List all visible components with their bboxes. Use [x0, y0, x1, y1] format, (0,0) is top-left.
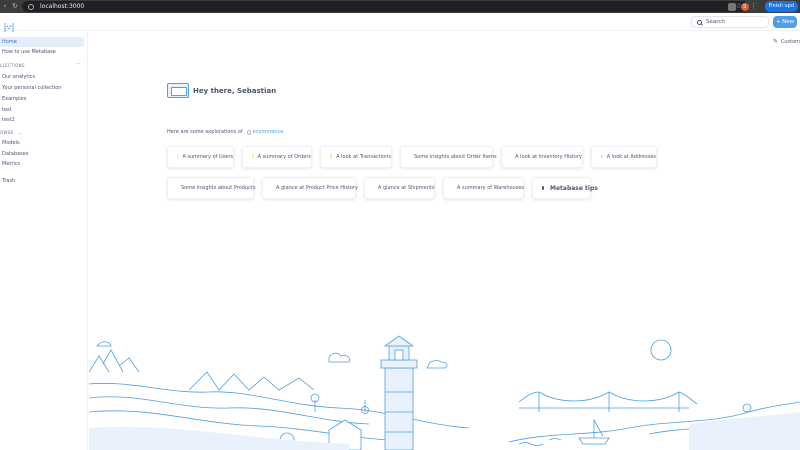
- card-target: Addresses: [630, 154, 656, 160]
- card-target: Order Items: [466, 154, 497, 160]
- card-prefix: A glance at: [378, 185, 407, 191]
- xray-card[interactable]: A glance at Shipments: [364, 177, 435, 199]
- home-page: ✎ Custom Hey there, Sebastian Here are s…: [89, 32, 800, 450]
- xray-card[interactable]: A summary of Orders: [242, 146, 312, 168]
- sidebar-item-how-to[interactable]: How to use Metabase: [0, 47, 84, 57]
- card-target: Products: [233, 185, 256, 191]
- card-prefix: Some insights about: [414, 154, 466, 160]
- card-prefix: A glance at: [276, 185, 305, 191]
- xray-card[interactable]: A look at Inventory History: [501, 146, 583, 168]
- bolt-icon: [252, 154, 254, 160]
- landscape-illustration: [89, 335, 800, 450]
- card-target: Orders: [294, 154, 311, 160]
- card-target: Product Price History: [305, 185, 358, 191]
- metabase-tips-card[interactable]: Metabase tips: [532, 177, 598, 199]
- sidebar-item-trash[interactable]: Trash: [0, 176, 84, 186]
- explore-prefix: Here are some explorations of: [167, 129, 243, 135]
- xray-card[interactable]: A summary of Users: [167, 146, 234, 168]
- sidebar-item-databases[interactable]: Databases: [0, 149, 84, 159]
- card-target: Warehouses: [493, 185, 525, 191]
- back-icon[interactable]: ‹: [0, 0, 10, 13]
- sidebar-item-our-analytics[interactable]: Our analytics: [0, 72, 84, 82]
- sidebar-item-test[interactable]: test: [0, 105, 84, 115]
- card-prefix: A look at: [515, 154, 538, 160]
- sidebar-item-metrics[interactable]: Metrics: [0, 159, 84, 169]
- card-target: Users: [218, 154, 233, 160]
- chevron-down-icon[interactable]: ⌄: [18, 130, 22, 135]
- finish-update-button[interactable]: Finish upd: [764, 1, 798, 12]
- search-icon: [697, 19, 702, 25]
- menu-icon[interactable]: ⋮: [749, 0, 759, 13]
- xray-card[interactable]: Some insights about Products: [167, 177, 256, 199]
- sidebar-item-models[interactable]: Models: [0, 138, 84, 148]
- card-prefix: Some insights about: [181, 185, 233, 191]
- sidebar-item-home[interactable]: Home: [0, 37, 84, 47]
- card-prefix: A look at: [606, 154, 629, 160]
- url-text: localhost:3000: [40, 3, 85, 10]
- search-bar[interactable]: Search: [691, 16, 769, 28]
- xray-card[interactable]: A summary of Warehouses: [443, 177, 524, 199]
- profile-avatar[interactable]: S: [740, 2, 749, 11]
- new-button[interactable]: + New: [773, 16, 797, 28]
- greeting-title: Hey there, Sebastian: [193, 87, 277, 95]
- card-prefix: A look at: [336, 154, 359, 160]
- extension-icon[interactable]: [727, 2, 736, 11]
- pencil-icon: ✎: [772, 38, 778, 45]
- card-prefix: A summary of: [182, 154, 218, 160]
- xray-card[interactable]: Some insights about Order Items: [400, 146, 497, 168]
- card-prefix: A summary of: [457, 185, 493, 191]
- more-icon[interactable]: ···: [76, 61, 81, 67]
- reload-icon[interactable]: ↻: [10, 0, 20, 13]
- xray-card[interactable]: A look at Addresses: [591, 146, 657, 168]
- customize-button[interactable]: ✎ Custom: [773, 38, 800, 45]
- explore-database-link[interactable]: ecommence: [253, 129, 284, 135]
- card-target: Inventory History: [538, 154, 582, 160]
- customize-label: Custom: [780, 38, 800, 45]
- book-icon: [542, 186, 544, 190]
- bolt-icon: [601, 154, 603, 160]
- bolt-icon: [330, 154, 333, 160]
- browser-toolbar: ‹ ↻ localhost:3000 ☆ S ⋮ Finish upd: [0, 0, 800, 13]
- sidebar-item-test2[interactable]: test2: [0, 115, 84, 125]
- bolt-icon: [177, 154, 179, 160]
- app-header: Search + New: [0, 13, 800, 32]
- card-target: Transactions: [359, 154, 391, 160]
- site-info-icon[interactable]: [28, 3, 34, 10]
- collections-heading: LLECTIONS: [0, 63, 25, 68]
- search-placeholder: Search: [706, 19, 725, 25]
- browse-heading-label: OWSE: [0, 130, 14, 135]
- sidebar: Home How to use Metabase LLECTIONS ··· O…: [0, 32, 88, 450]
- greeting-illustration-icon: [167, 83, 189, 98]
- xray-card[interactable]: A glance at Product Price History: [262, 177, 358, 199]
- xray-card[interactable]: A look at Transactions: [320, 146, 392, 168]
- card-prefix: A summary of: [257, 154, 293, 160]
- tips-label: Metabase tips: [550, 184, 598, 192]
- database-icon: [246, 129, 251, 135]
- card-target: Shipments: [407, 185, 435, 191]
- browse-heading: OWSE ⌄: [0, 130, 22, 136]
- sidebar-item-personal-collection[interactable]: Your personal collection: [0, 83, 84, 93]
- explore-intro: Here are some explorations of ecommence: [167, 129, 283, 135]
- address-bar[interactable]: localhost:3000 ☆: [22, 1, 748, 12]
- sidebar-item-examples[interactable]: Examples: [0, 94, 84, 104]
